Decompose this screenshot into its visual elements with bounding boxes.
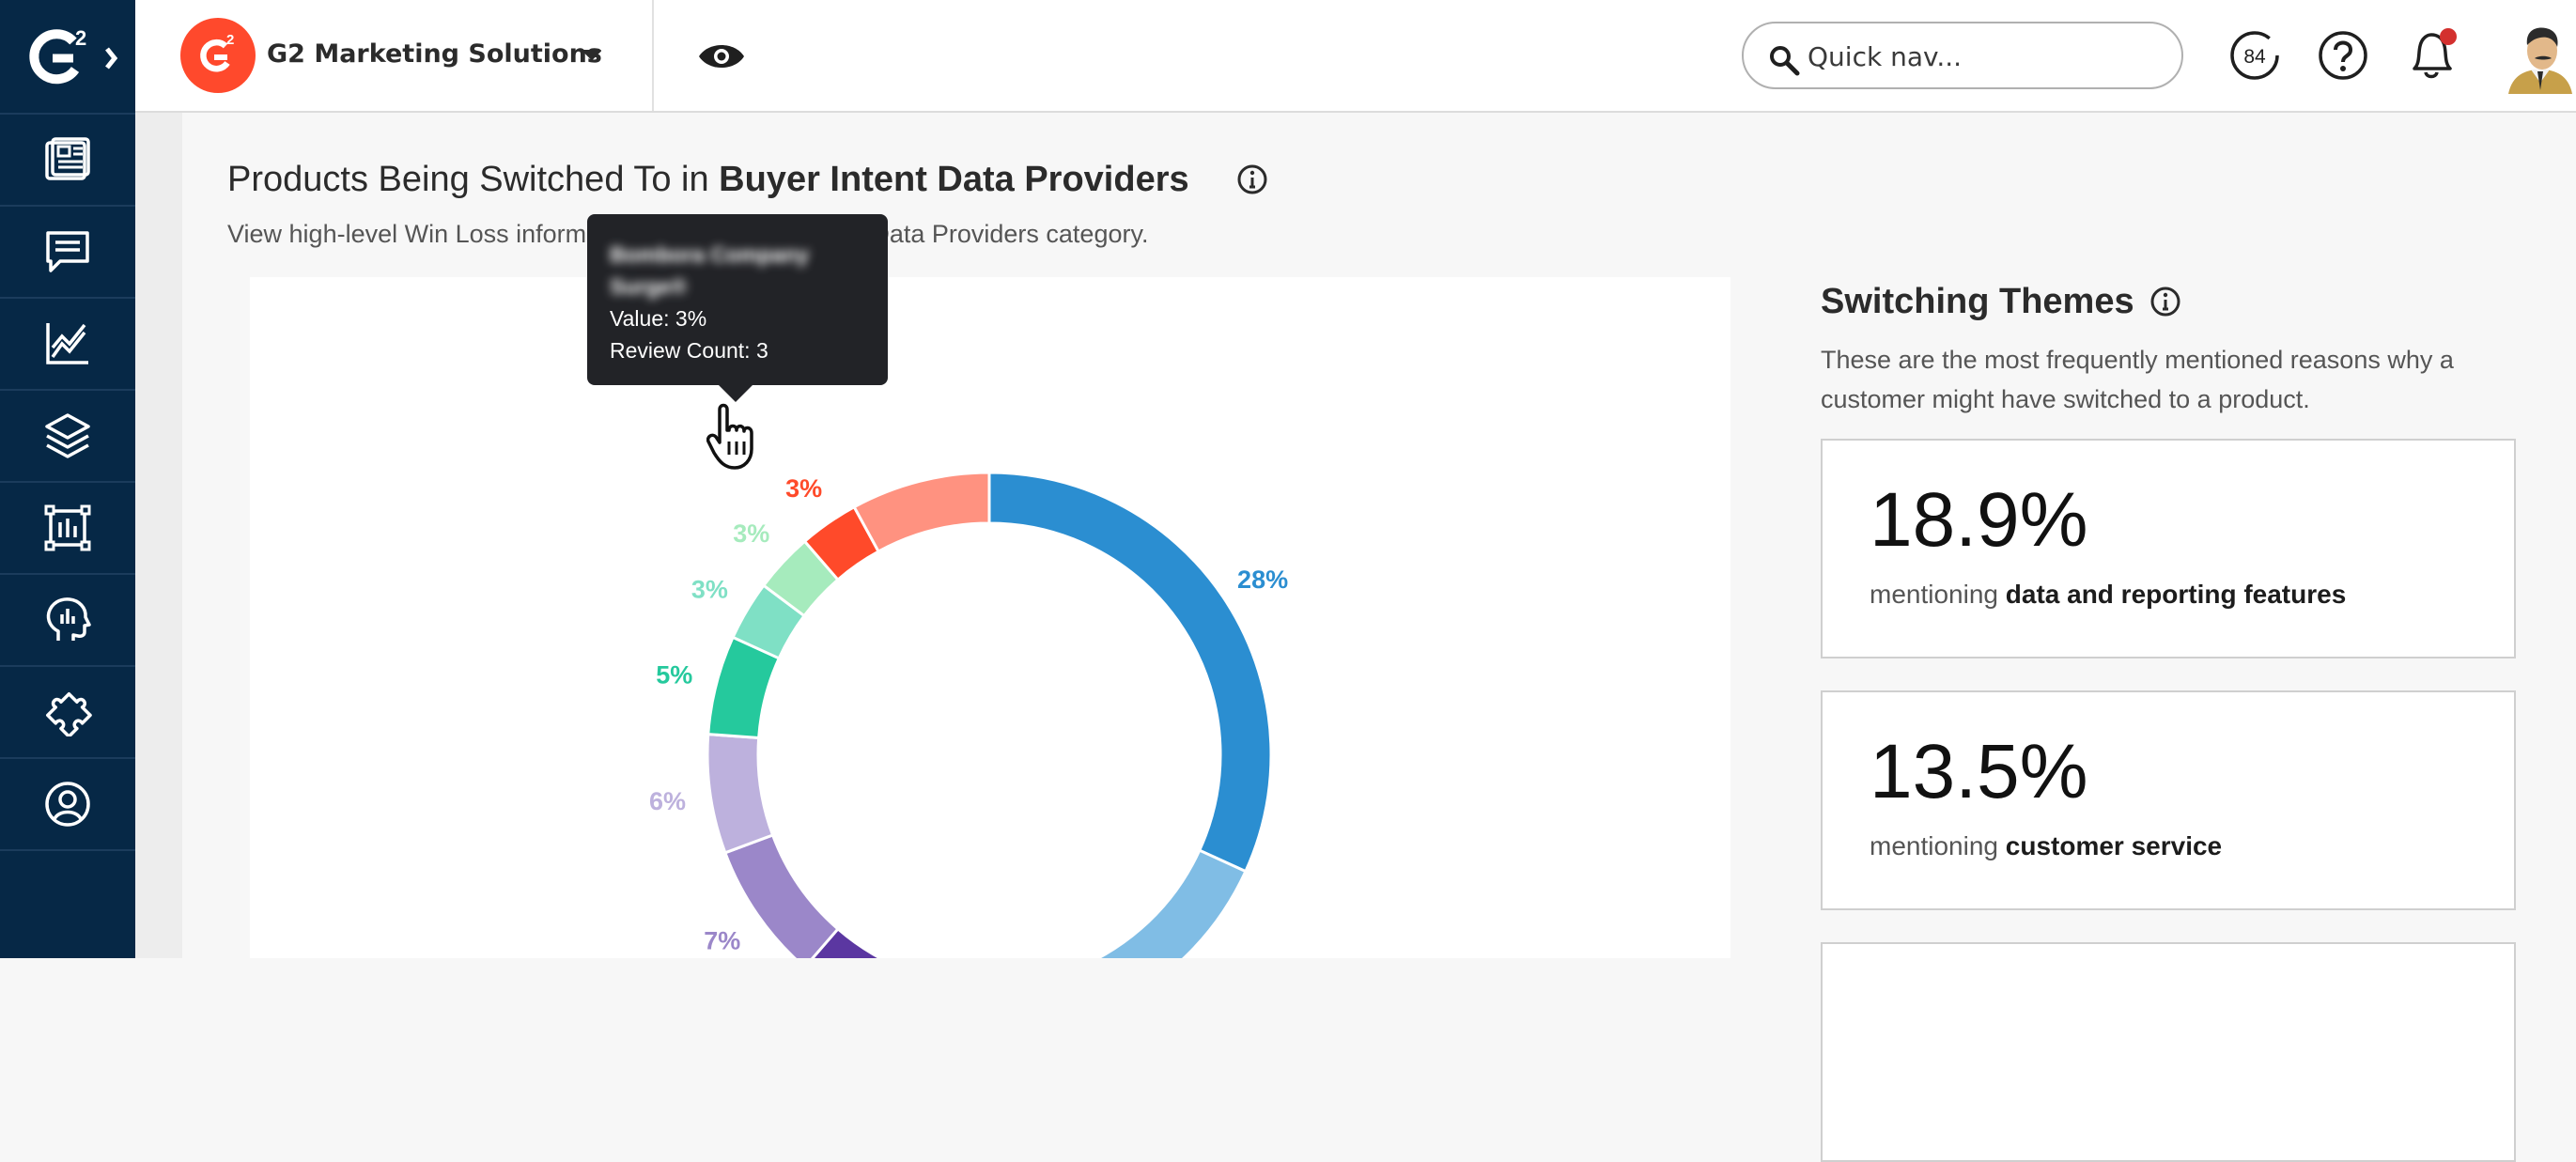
donut-slice[interactable] [722, 833, 841, 958]
theme-card [1821, 942, 2516, 1162]
g2-logo-icon: 2 [29, 26, 118, 85]
sidebar-item-reports[interactable] [0, 483, 135, 575]
chat-icon [46, 231, 89, 272]
theme-prefix: mentioning [1870, 831, 2006, 860]
notification-bell-icon[interactable] [2405, 25, 2461, 84]
score-ring-icon: 84 [2230, 31, 2279, 80]
tooltip-product-name: Bombora Company [610, 242, 810, 267]
chart-line-icon [46, 323, 88, 364]
slice-label: 28% [1237, 566, 1288, 594]
sidebar-item-analytics[interactable] [0, 299, 135, 391]
slice-label: 5% [656, 660, 692, 689]
g2-brand-icon: 2 [200, 32, 234, 72]
theme-prefix: mentioning [1870, 580, 2006, 609]
switching-donut-chart: 28%12%7%7%7%6%5%3%3%3% [250, 277, 1730, 958]
donut-slice[interactable] [987, 471, 1273, 874]
org-name[interactable]: G2 Marketing Solutions [267, 39, 602, 69]
help-icon[interactable] [2317, 29, 2369, 82]
tooltip-review-count: Review Count: 3 [610, 338, 768, 363]
sidebar-item-integrations[interactable] [0, 667, 135, 759]
quick-nav-input[interactable] [1806, 37, 2166, 76]
theme-label: mentioning data and reporting features [1870, 580, 2346, 610]
hand-cursor-icon [706, 403, 753, 470]
theme-topic: customer service [2005, 831, 2223, 860]
themes-info-icon[interactable] [2149, 286, 2181, 318]
eye-icon[interactable] [697, 38, 746, 75]
side-navigation: 2 [0, 0, 135, 958]
donut-slice[interactable] [852, 471, 991, 554]
user-avatar[interactable] [2505, 17, 2576, 94]
theme-percentage: 18.9% [1870, 477, 2088, 563]
sidebar-item-products[interactable] [0, 391, 135, 483]
chevron-down-icon[interactable] [581, 43, 603, 66]
chart-tooltip: Bombora Company Surge® Value: 3% Review … [587, 214, 888, 402]
section-title-category: Buyer Intent Data Providers [719, 160, 1189, 199]
donut-slice[interactable] [1054, 848, 1248, 958]
dashboard-icon [45, 137, 90, 180]
slice-label: 7% [704, 926, 740, 954]
theme-card: 18.9% mentioning data and reporting feat… [1821, 439, 2516, 658]
theme-card: 13.5% mentioning customer service [1821, 690, 2516, 910]
switching-themes-description: These are the most frequently mentioned … [1821, 346, 2454, 413]
donut-chart-svg: 28%12%7%7%7%6%5%3%3%3% [649, 471, 1288, 958]
switching-themes-title: Switching Themes [1821, 282, 2134, 321]
section-title: Products Being Switched To in Buyer Inte… [227, 160, 1189, 200]
brand-logo[interactable]: 2 [180, 18, 256, 93]
tooltip-value: Value: 3% [610, 306, 707, 331]
g2-home-logo[interactable]: 2 [0, 0, 135, 115]
brand-superscript: 2 [226, 32, 234, 48]
g2-superscript: 2 [75, 26, 86, 50]
slice-label: 3% [733, 519, 769, 548]
user-circle-icon [45, 782, 90, 827]
score-value: 84 [2243, 46, 2266, 68]
theme-percentage: 13.5% [1870, 729, 2088, 814]
avatar-icon [2508, 27, 2572, 94]
sidebar-item-account[interactable] [0, 759, 135, 851]
topbar-divider [652, 0, 654, 111]
info-icon[interactable] [1236, 163, 1268, 195]
top-bar: 2 G2 Marketing Solutions 84 [135, 0, 2576, 113]
report-frame-icon [44, 504, 91, 551]
g2-score-badge[interactable]: 84 [2228, 29, 2281, 85]
theme-topic: data and reporting features [2005, 580, 2347, 609]
slice-label: 3% [691, 575, 728, 603]
quick-nav-search[interactable] [1742, 22, 2183, 89]
sidebar-item-dashboard[interactable] [0, 115, 135, 207]
theme-label: mentioning customer service [1870, 831, 2222, 861]
sidebar-item-reviews[interactable] [0, 207, 135, 299]
section-title-prefix: Products Being Switched To in [227, 160, 720, 199]
slice-label: 3% [785, 474, 822, 503]
layers-icon [45, 413, 90, 458]
slice-label: 6% [649, 787, 686, 815]
sidebar-item-insights[interactable] [0, 575, 135, 667]
tooltip-product-name-2: Surge® [610, 274, 688, 299]
search-icon [1770, 46, 1800, 76]
content-gutter [135, 113, 182, 958]
donut-slice[interactable] [706, 732, 775, 855]
puzzle-icon [46, 692, 92, 736]
head-insight-icon [46, 597, 91, 641]
